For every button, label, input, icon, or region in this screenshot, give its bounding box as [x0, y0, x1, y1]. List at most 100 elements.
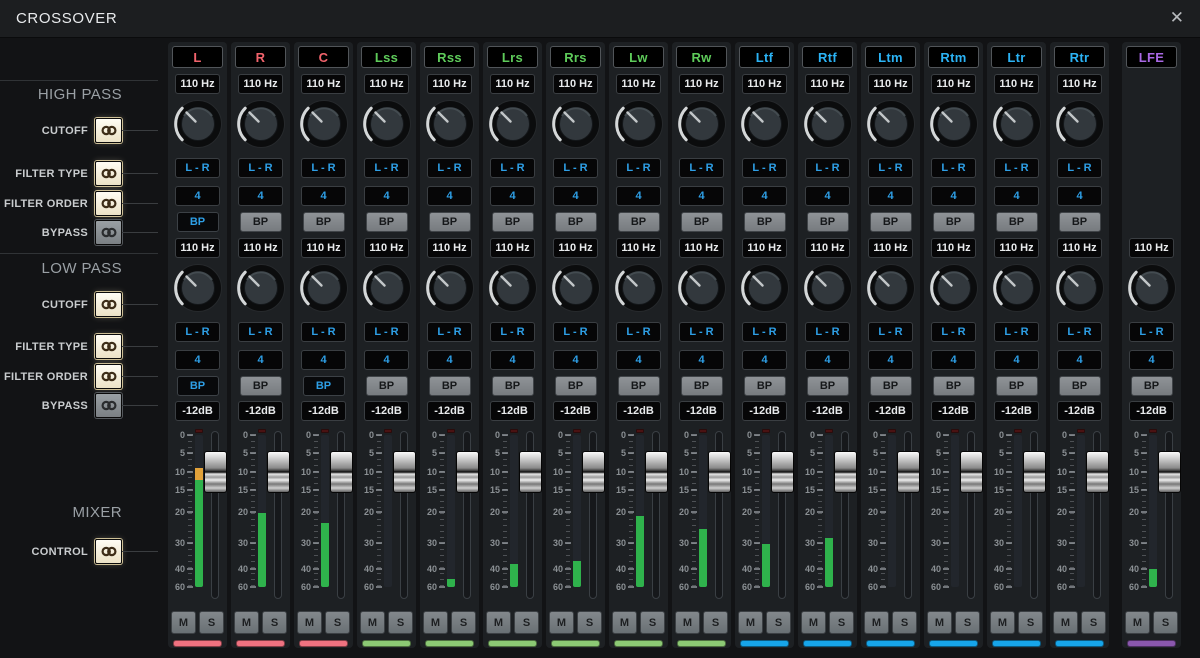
link-toggle-button[interactable]: [95, 191, 122, 216]
hp-filter-order-button[interactable]: 4: [238, 186, 283, 206]
link-toggle-button[interactable]: [95, 364, 122, 389]
hp-filter-type-button[interactable]: L - R: [742, 158, 787, 178]
hp-filter-order-button[interactable]: 4: [868, 186, 913, 206]
solo-button[interactable]: S: [1153, 611, 1178, 634]
solo-button[interactable]: S: [325, 611, 350, 634]
cutoff-knob[interactable]: [1126, 262, 1178, 314]
solo-button[interactable]: S: [955, 611, 980, 634]
lp-cutoff-value[interactable]: 110 Hz: [238, 238, 283, 258]
hp-cutoff-value[interactable]: 110 Hz: [742, 74, 787, 94]
hp-cutoff-value[interactable]: 110 Hz: [805, 74, 850, 94]
fader-handle[interactable]: [267, 451, 290, 493]
hp-bypass-button[interactable]: BP: [1058, 212, 1101, 232]
hp-filter-order-button[interactable]: 4: [742, 186, 787, 206]
gain-value[interactable]: -12dB: [490, 401, 535, 421]
lp-cutoff-value[interactable]: 110 Hz: [679, 238, 724, 258]
fader-handle[interactable]: [1158, 451, 1181, 493]
mute-button[interactable]: M: [297, 611, 322, 634]
hp-filter-type-button[interactable]: L - R: [616, 158, 661, 178]
cutoff-knob[interactable]: [550, 98, 602, 150]
lp-filter-order-button[interactable]: 4: [805, 350, 850, 370]
lp-filter-type-button[interactable]: L - R: [742, 322, 787, 342]
fader-handle[interactable]: [834, 451, 857, 493]
close-icon[interactable]: ✕: [1170, 10, 1184, 27]
solo-button[interactable]: S: [640, 611, 665, 634]
link-toggle-button[interactable]: [95, 292, 122, 317]
lp-filter-type-button[interactable]: L - R: [427, 322, 472, 342]
mute-button[interactable]: M: [675, 611, 700, 634]
cutoff-knob[interactable]: [550, 262, 602, 314]
hp-bypass-button[interactable]: BP: [554, 212, 597, 232]
lp-bypass-button[interactable]: BP: [932, 376, 975, 396]
lp-filter-order-button[interactable]: 4: [931, 350, 976, 370]
cutoff-knob[interactable]: [424, 262, 476, 314]
cutoff-knob[interactable]: [991, 98, 1043, 150]
lp-bypass-button[interactable]: BP: [680, 376, 723, 396]
hp-bypass-button[interactable]: BP: [365, 212, 408, 232]
gain-value[interactable]: -12dB: [994, 401, 1039, 421]
cutoff-knob[interactable]: [298, 262, 350, 314]
cutoff-knob[interactable]: [865, 262, 917, 314]
cutoff-knob[interactable]: [424, 98, 476, 150]
gain-value[interactable]: -12dB: [1129, 401, 1174, 421]
hp-bypass-button[interactable]: BP: [680, 212, 723, 232]
cutoff-knob[interactable]: [235, 98, 287, 150]
hp-filter-order-button[interactable]: 4: [490, 186, 535, 206]
lp-filter-order-button[interactable]: 4: [742, 350, 787, 370]
hp-filter-order-button[interactable]: 4: [301, 186, 346, 206]
lp-bypass-button[interactable]: BP: [806, 376, 849, 396]
lp-cutoff-value[interactable]: 110 Hz: [364, 238, 409, 258]
hp-bypass-button[interactable]: BP: [617, 212, 660, 232]
solo-button[interactable]: S: [1018, 611, 1043, 634]
lp-filter-order-button[interactable]: 4: [238, 350, 283, 370]
cutoff-knob[interactable]: [361, 98, 413, 150]
lp-cutoff-value[interactable]: 110 Hz: [175, 238, 220, 258]
lp-filter-type-button[interactable]: L - R: [868, 322, 913, 342]
cutoff-knob[interactable]: [865, 98, 917, 150]
hp-cutoff-value[interactable]: 110 Hz: [301, 74, 346, 94]
fader-handle[interactable]: [771, 451, 794, 493]
gain-value[interactable]: -12dB: [868, 401, 913, 421]
gain-value[interactable]: -12dB: [175, 401, 220, 421]
lp-cutoff-value[interactable]: 110 Hz: [868, 238, 913, 258]
lp-filter-type-button[interactable]: L - R: [931, 322, 976, 342]
hp-cutoff-value[interactable]: 110 Hz: [490, 74, 535, 94]
mute-button[interactable]: M: [171, 611, 196, 634]
mute-button[interactable]: M: [801, 611, 826, 634]
lp-filter-order-button[interactable]: 4: [1057, 350, 1102, 370]
hp-filter-order-button[interactable]: 4: [553, 186, 598, 206]
cutoff-knob[interactable]: [1054, 262, 1106, 314]
lp-cutoff-value[interactable]: 110 Hz: [742, 238, 787, 258]
hp-bypass-button[interactable]: BP: [869, 212, 912, 232]
solo-button[interactable]: S: [766, 611, 791, 634]
link-toggle-button[interactable]: [95, 220, 122, 245]
lp-filter-order-button[interactable]: 4: [427, 350, 472, 370]
cutoff-knob[interactable]: [487, 262, 539, 314]
mute-button[interactable]: M: [927, 611, 952, 634]
lp-cutoff-value[interactable]: 110 Hz: [931, 238, 976, 258]
hp-filter-order-button[interactable]: 4: [175, 186, 220, 206]
hp-filter-type-button[interactable]: L - R: [364, 158, 409, 178]
cutoff-knob[interactable]: [739, 98, 791, 150]
hp-bypass-button[interactable]: BP: [995, 212, 1038, 232]
hp-filter-type-button[interactable]: L - R: [868, 158, 913, 178]
hp-filter-type-button[interactable]: L - R: [490, 158, 535, 178]
hp-filter-type-button[interactable]: L - R: [1057, 158, 1102, 178]
fader-handle[interactable]: [330, 451, 353, 493]
lp-bypass-button[interactable]: BP: [302, 376, 345, 396]
mute-button[interactable]: M: [234, 611, 259, 634]
lp-filter-type-button[interactable]: L - R: [994, 322, 1039, 342]
solo-button[interactable]: S: [451, 611, 476, 634]
solo-button[interactable]: S: [1081, 611, 1106, 634]
gain-value[interactable]: -12dB: [805, 401, 850, 421]
cutoff-knob[interactable]: [298, 98, 350, 150]
hp-filter-type-button[interactable]: L - R: [427, 158, 472, 178]
hp-filter-type-button[interactable]: L - R: [301, 158, 346, 178]
mute-button[interactable]: M: [738, 611, 763, 634]
lp-filter-type-button[interactable]: L - R: [301, 322, 346, 342]
lp-bypass-button[interactable]: BP: [617, 376, 660, 396]
hp-filter-order-button[interactable]: 4: [364, 186, 409, 206]
cutoff-knob[interactable]: [991, 262, 1043, 314]
hp-bypass-button[interactable]: BP: [176, 212, 219, 232]
mute-button[interactable]: M: [423, 611, 448, 634]
